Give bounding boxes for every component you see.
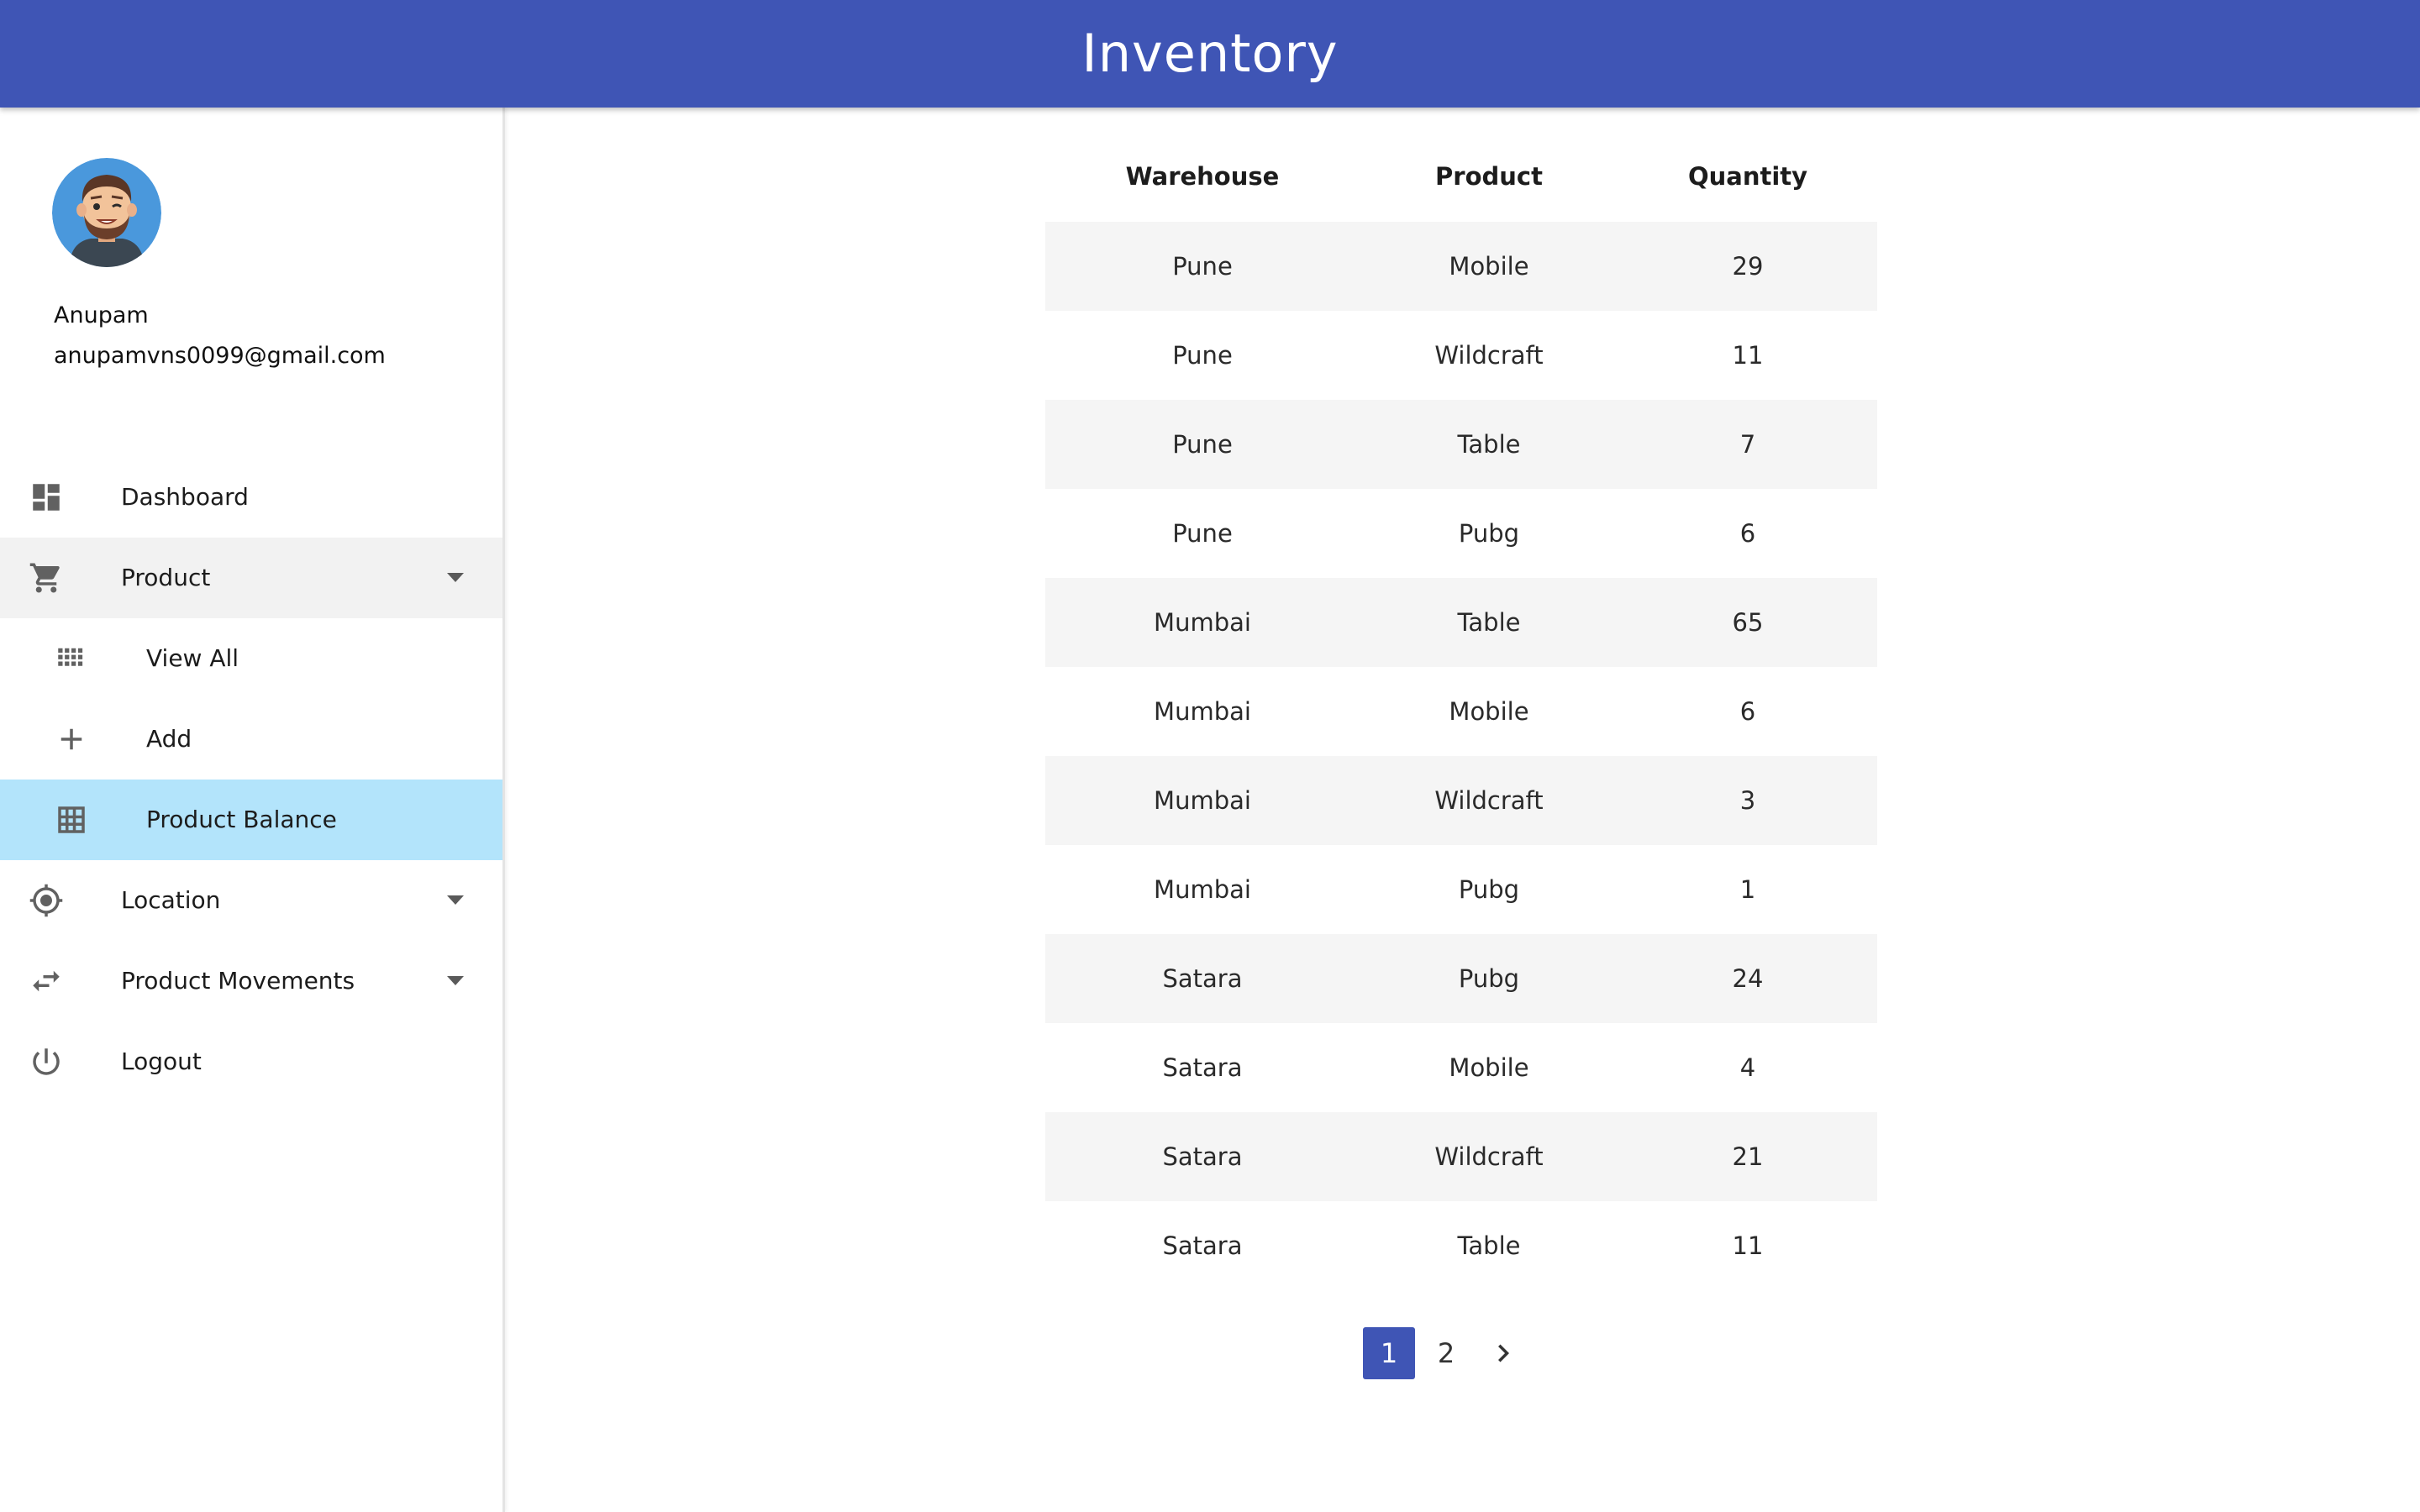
grid-icon: [54, 641, 89, 676]
table-icon: [54, 802, 89, 837]
sidebar-item-label: Add: [146, 725, 192, 753]
table-row: Satara Table 11: [1045, 1201, 1877, 1290]
sidebar-item-label: View All: [146, 644, 239, 672]
column-header-warehouse: Warehouse: [1125, 162, 1280, 191]
cell-warehouse: Mumbai: [1154, 697, 1251, 726]
cell-product: Table: [1360, 578, 1618, 667]
table-row: Pune Table 7: [1045, 400, 1877, 489]
caret-down-icon: [447, 895, 464, 905]
main-content: Warehouse Product Quantity Pune Mobile 2…: [505, 108, 2420, 1512]
sidebar-item-label: Logout: [121, 1047, 202, 1075]
cell-product: Table: [1457, 1231, 1521, 1260]
swap-icon: [29, 963, 64, 999]
table-row: Mumbai Table 65: [1045, 578, 1877, 667]
cart-icon: [29, 560, 64, 596]
caret-down-icon: [447, 976, 464, 985]
column-header-quantity: Quantity: [1687, 162, 1808, 191]
cell-warehouse: Pune: [1045, 400, 1360, 489]
table-row: Satara Pubg 24: [1045, 934, 1877, 1023]
cell-warehouse: Satara: [1162, 1231, 1243, 1260]
table-row: Pune Mobile 29: [1045, 222, 1877, 311]
cell-warehouse: Satara: [1045, 934, 1360, 1023]
sidebar-item-label: Product: [121, 564, 211, 591]
user-email: anupamvns0099@gmail.com: [54, 343, 386, 369]
sidebar-item-label: Product Movements: [121, 967, 355, 995]
sidebar-item-add[interactable]: Add: [0, 699, 502, 780]
cell-quantity: 11: [1732, 1231, 1764, 1260]
page-button-1[interactable]: 1: [1363, 1327, 1415, 1379]
cell-quantity: 21: [1618, 1112, 1877, 1201]
table-body: Pune Mobile 29 Pune Wildcraft 11 Pune Ta…: [1045, 222, 1877, 1290]
cell-warehouse: Satara: [1162, 1053, 1243, 1082]
sidebar-item-product-balance[interactable]: Product Balance: [0, 780, 502, 860]
cell-quantity: 6: [1739, 519, 1756, 548]
cell-product: Table: [1360, 400, 1618, 489]
cell-product: Wildcraft: [1360, 1112, 1618, 1201]
cell-warehouse: Mumbai: [1045, 756, 1360, 845]
sidebar-item-label: Product Balance: [146, 806, 337, 833]
table-row: Pune Pubg 6: [1045, 489, 1877, 578]
cell-quantity: 29: [1618, 222, 1877, 311]
power-icon: [29, 1044, 64, 1079]
cell-product: Pubg: [1360, 934, 1618, 1023]
table-header-row: Warehouse Product Quantity: [1045, 131, 1877, 222]
next-page-button[interactable]: [1477, 1327, 1529, 1379]
app-title: Inventory: [1081, 23, 1339, 84]
cell-warehouse: Pune: [1045, 222, 1360, 311]
sidebar-item-product-movements[interactable]: Product Movements: [0, 941, 502, 1021]
sidebar-item-logout[interactable]: Logout: [0, 1021, 502, 1102]
sidebar-nav: Dashboard Product View All Add Product B…: [0, 457, 502, 1102]
table-row: Mumbai Pubg 1: [1045, 845, 1877, 934]
cell-quantity: 24: [1618, 934, 1877, 1023]
user-name: Anupam: [54, 302, 149, 328]
table-row: Pune Wildcraft 11: [1045, 311, 1877, 400]
cell-product: Wildcraft: [1434, 341, 1544, 370]
cell-warehouse: Mumbai: [1045, 578, 1360, 667]
cell-product: Pubg: [1458, 519, 1520, 548]
cell-quantity: 1: [1739, 875, 1756, 904]
cell-product: Mobile: [1360, 222, 1618, 311]
cell-warehouse: Mumbai: [1154, 875, 1251, 904]
cell-quantity: 6: [1739, 697, 1756, 726]
cell-product: Mobile: [1449, 1053, 1529, 1082]
location-icon: [29, 883, 64, 918]
column-header-product: Product: [1435, 162, 1543, 191]
sidebar-item-dashboard[interactable]: Dashboard: [0, 457, 502, 538]
sidebar: Anupam anupamvns0099@gmail.com Dashboard…: [0, 108, 505, 1512]
table-row: Mumbai Wildcraft 3: [1045, 756, 1877, 845]
app-bar: Inventory: [0, 0, 2420, 108]
cell-warehouse: Pune: [1172, 519, 1233, 548]
sidebar-item-product[interactable]: Product: [0, 538, 502, 618]
cell-quantity: 7: [1618, 400, 1877, 489]
sidebar-item-location[interactable]: Location: [0, 860, 502, 941]
cell-product: Mobile: [1449, 697, 1529, 726]
cell-quantity: 4: [1739, 1053, 1756, 1082]
sidebar-item-label: Dashboard: [121, 483, 249, 511]
page-button-2[interactable]: 2: [1420, 1327, 1472, 1379]
cell-quantity: 11: [1732, 341, 1764, 370]
sidebar-item-label: Location: [121, 886, 221, 914]
cell-product: Pubg: [1458, 875, 1520, 904]
cell-quantity: 65: [1618, 578, 1877, 667]
table-row: Mumbai Mobile 6: [1045, 667, 1877, 756]
product-balance-table: Warehouse Product Quantity Pune Mobile 2…: [1045, 131, 1877, 1290]
cell-product: Wildcraft: [1360, 756, 1618, 845]
sidebar-item-view-all[interactable]: View All: [0, 618, 502, 699]
cell-warehouse: Satara: [1045, 1112, 1360, 1201]
table-row: Satara Wildcraft 21: [1045, 1112, 1877, 1201]
dashboard-icon: [29, 480, 64, 515]
chevron-right-icon: [1498, 1344, 1509, 1362]
cell-quantity: 3: [1618, 756, 1877, 845]
caret-down-icon: [447, 573, 464, 582]
cell-warehouse: Pune: [1172, 341, 1233, 370]
plus-icon: [54, 722, 89, 757]
user-avatar: [52, 158, 161, 267]
table-row: Satara Mobile 4: [1045, 1023, 1877, 1112]
